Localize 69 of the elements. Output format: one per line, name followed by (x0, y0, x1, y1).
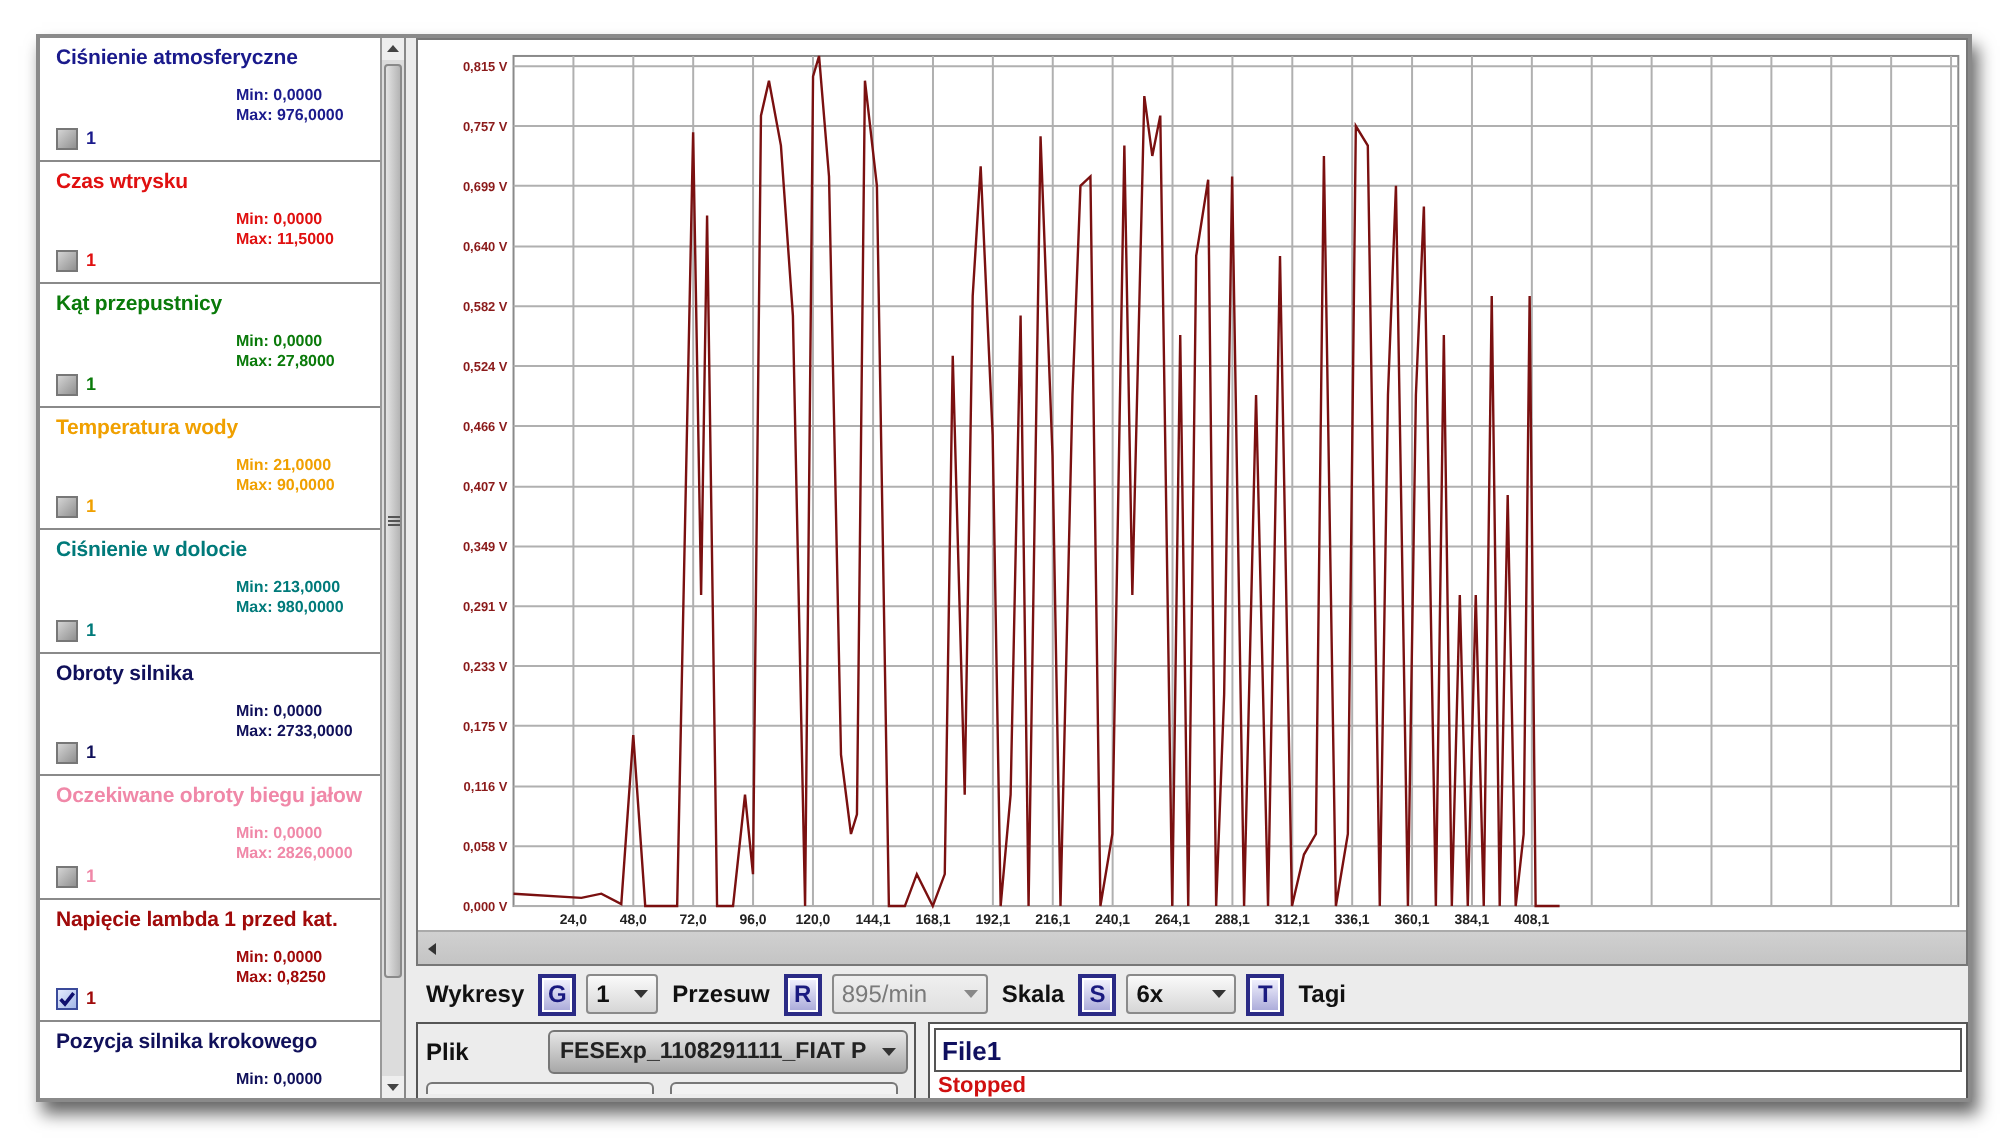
channel-name: Pozycja silnika krokowego (56, 1030, 318, 1056)
min-value: Min: 0,0000 (236, 86, 323, 106)
toolbar-label: Przesuw (672, 980, 770, 1008)
channel-name: Ciśnienie w dolocie (56, 538, 248, 564)
channel-name: Temperatura wody (56, 415, 238, 441)
file-name-field[interactable]: File1 (934, 1028, 1962, 1072)
checkbox-label: 1 (86, 865, 97, 887)
checkbox-label: 1 (86, 250, 97, 272)
checkbox-label: 1 (86, 127, 97, 149)
min-value: Min: 21,0000 (236, 455, 332, 475)
min-value: Min: 0,0000 (236, 209, 323, 229)
file-label: Plik (426, 1038, 469, 1066)
checkbox[interactable] (56, 865, 78, 887)
caret-icon (634, 990, 649, 998)
max-value: Max: 2826,0000 (236, 844, 353, 864)
min-value: Min: 0,0000 (236, 947, 323, 967)
status-text: Stopped (936, 1074, 1028, 1098)
grip-icon (387, 516, 399, 526)
scroll-left-icon[interactable] (426, 941, 438, 955)
channel-name: Kąt przepustnicy (56, 292, 222, 318)
channel-name: Napięcie lambda 1 przed kat. (56, 907, 338, 933)
checkbox-label: 1 (86, 742, 97, 764)
horizontal-scrollbar[interactable] (418, 930, 1966, 964)
caret-icon (963, 990, 978, 998)
channel-name: Oczekiwane obroty biegu jałow (56, 784, 362, 810)
channel-name: Czas wtrysku (56, 169, 188, 195)
checkbox-label: 1 (86, 373, 97, 395)
toolbar-label: Tagi (1298, 980, 1346, 1008)
checkbox-label: 1 (86, 496, 97, 518)
checkbox[interactable] (56, 742, 78, 764)
checkbox[interactable] (56, 127, 78, 149)
max-value: Max: 980,0000 (236, 598, 344, 618)
channel-name: Obroty silnika (56, 661, 194, 687)
blank-button[interactable] (426, 1082, 654, 1094)
toolbar-label: Skala (1001, 980, 1065, 1008)
blank-button[interactable] (670, 1082, 898, 1094)
max-value: Max: 976,0000 (236, 106, 344, 126)
vertical-scrollbar[interactable] (380, 38, 404, 1098)
toolbar-label: Wykresy (426, 980, 525, 1008)
max-value: Max: 2733,0000 (236, 721, 353, 741)
dropdown[interactable]: 6x (1126, 974, 1237, 1014)
shortcut-key-button[interactable]: T (1246, 973, 1285, 1015)
max-value: Max: 90,0000 (236, 475, 335, 495)
min-value: Min: 213,0000 (236, 578, 341, 598)
scroll-down-icon[interactable] (382, 1076, 404, 1098)
min-value: Min: 0,0000 (236, 824, 323, 844)
checkbox[interactable] (56, 250, 78, 272)
file-dropdown[interactable]: FESExp_1108291111_FIAT P (548, 1030, 908, 1074)
shortcut-key-button[interactable]: R (783, 973, 822, 1015)
dropdown[interactable]: 1 (586, 974, 659, 1014)
checkbox[interactable] (56, 496, 78, 518)
max-value: Max: 27,8000 (236, 352, 335, 372)
checkbox[interactable] (56, 619, 78, 641)
max-value: Max: 0,8250 (236, 967, 326, 987)
caret-icon (882, 1048, 896, 1056)
checkbox-label: 1 (86, 619, 97, 641)
shortcut-key-button[interactable]: S (1078, 973, 1117, 1015)
checkbox[interactable] (56, 373, 78, 395)
channel-name: Ciśnienie atmosferyczne (56, 46, 298, 72)
shortcut-key-button[interactable]: G (538, 973, 577, 1015)
checkbox-label: 1 (86, 988, 97, 1010)
scrollbar-thumb[interactable] (384, 64, 402, 978)
min-value: Min: 0,0000 (236, 701, 323, 721)
min-value: Min: 0,0000 (236, 332, 323, 352)
checkbox[interactable] (56, 988, 78, 1010)
max-value: Max: 11,5000 (236, 229, 334, 249)
scroll-up-icon[interactable] (382, 38, 404, 60)
min-value: Min: 0,0000 (236, 1070, 323, 1090)
caret-icon (1212, 990, 1227, 998)
